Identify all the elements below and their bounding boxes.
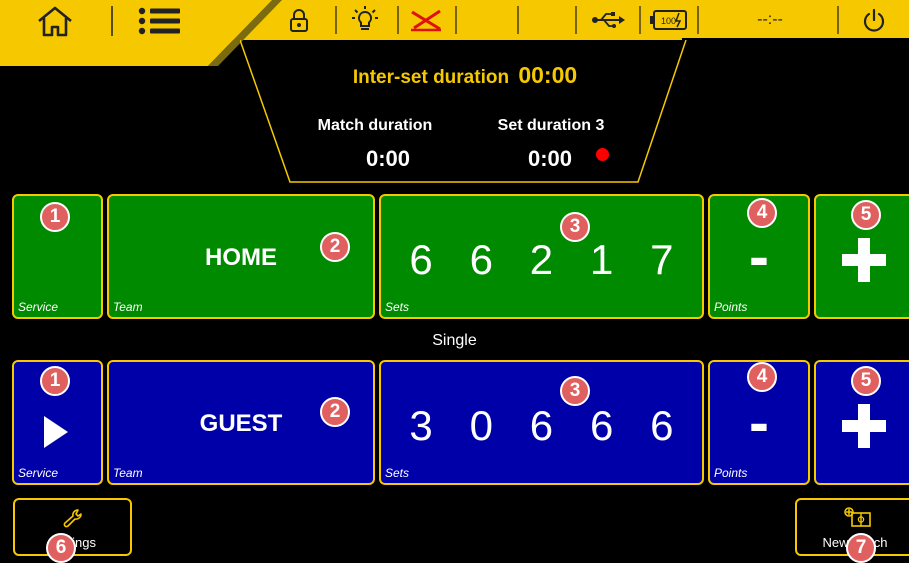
callout-badge-plus: 5 — [851, 366, 881, 396]
set-duration-label: Set duration 3 — [497, 117, 605, 134]
usb-icon — [588, 8, 628, 32]
points-caption: Points — [714, 466, 748, 480]
svg-text:100: 100 — [661, 16, 676, 26]
home-icon[interactable] — [30, 2, 80, 40]
guest-sets: 3 0 6 6 6 — [391, 402, 692, 450]
home-set-5: 7 — [650, 236, 674, 283]
service-caption: Service — [18, 466, 59, 480]
minus-icon: - — [749, 389, 769, 456]
match-mode-label: Single — [432, 332, 477, 349]
recording-dot — [596, 148, 609, 161]
points-caption: Points — [714, 300, 748, 314]
bulb-icon[interactable] — [348, 4, 382, 34]
home-set-4: 1 — [589, 236, 614, 283]
match-duration-value: 0:00 — [365, 146, 411, 171]
sets-caption: Sets — [385, 466, 410, 480]
home-set-1: 6 — [409, 236, 433, 283]
guest-set-2: 0 — [469, 402, 493, 449]
power-icon[interactable] — [856, 6, 892, 36]
guest-sets-panel[interactable]: 3 0 6 6 6 Sets — [379, 360, 704, 485]
callout-badge-new-match: 7 — [846, 533, 876, 563]
new-match-icon — [844, 507, 871, 527]
callout-badge-sets: 3 — [560, 212, 590, 242]
guest-set-5: 6 — [650, 402, 674, 449]
callout-badge-minus: 4 — [747, 362, 777, 392]
service-caption: Service — [18, 300, 59, 314]
callout-badge-plus: 5 — [851, 200, 881, 230]
lock-icon[interactable] — [284, 6, 314, 34]
plus-icon — [842, 404, 886, 448]
team-caption: Team — [113, 466, 143, 480]
inter-set-timer: Inter-set duration 00:00 — [240, 62, 690, 89]
home-sets-panel[interactable]: 6 6 2 1 7 Sets — [379, 194, 704, 319]
menu-icon[interactable] — [132, 2, 186, 40]
plus-icon — [842, 238, 886, 282]
inter-set-label: Inter-set duration — [352, 67, 510, 88]
home-set-3: 2 — [529, 236, 554, 283]
callout-badge-service: 1 — [40, 202, 70, 232]
minus-icon: - — [749, 223, 769, 290]
callout-badge-service: 1 — [40, 366, 70, 396]
match-duration-label: Match duration — [317, 117, 433, 134]
wrench-icon — [63, 509, 82, 528]
home-set-2: 6 — [469, 236, 493, 283]
callout-badge-sets: 3 — [560, 376, 590, 406]
battery-icon: 100 — [648, 8, 692, 32]
service-indicator-icon — [44, 416, 68, 448]
callout-badge-team: 2 — [320, 397, 350, 427]
home-sets: 6 6 2 1 7 — [391, 236, 692, 284]
guest-set-4: 6 — [589, 402, 614, 449]
guest-set-1: 3 — [409, 402, 433, 449]
set-duration-value: 0:00 — [527, 146, 573, 171]
horn-muted-icon[interactable] — [406, 6, 446, 34]
inter-set-value: 00:00 — [518, 62, 578, 88]
clock-display: --:-- — [757, 11, 783, 28]
sets-caption: Sets — [385, 300, 410, 314]
callout-badge-minus: 4 — [747, 198, 777, 228]
team-caption: Team — [113, 300, 143, 314]
callout-badge-team: 2 — [320, 232, 350, 262]
callout-badge-settings: 6 — [46, 533, 76, 563]
guest-set-3: 6 — [529, 402, 554, 449]
